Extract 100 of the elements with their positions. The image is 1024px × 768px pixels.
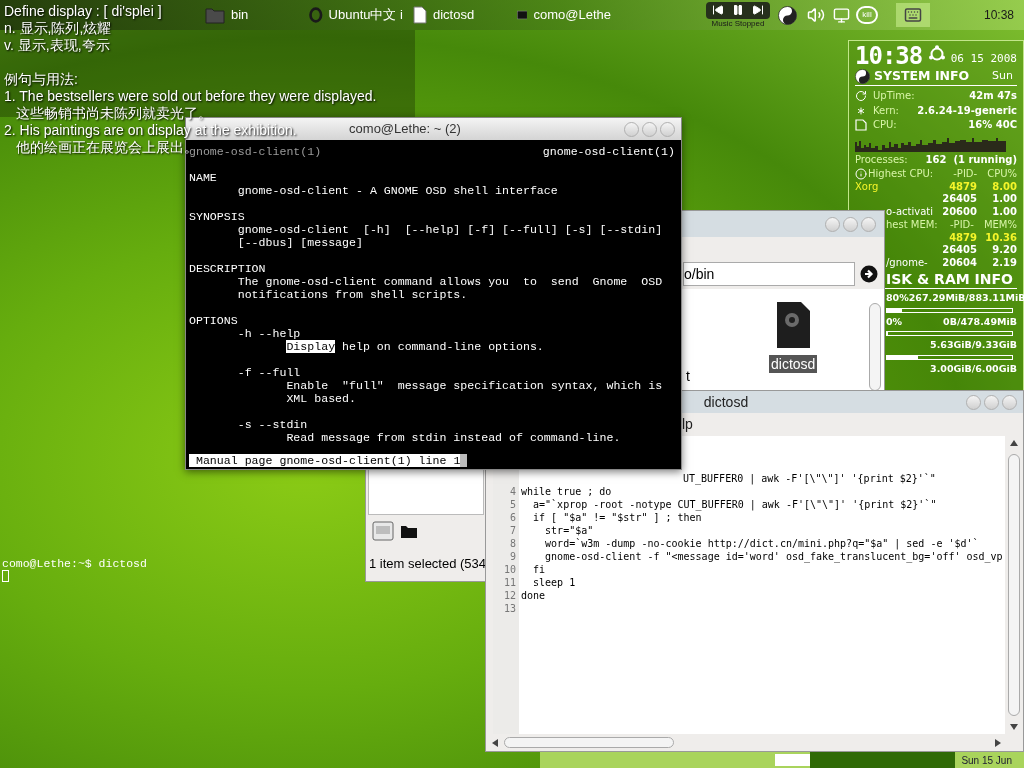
console-prompt: como@Lethe:~$ dictosd bbox=[2, 557, 147, 570]
volume-icon[interactable] bbox=[807, 6, 825, 24]
process-pid: 4879 bbox=[949, 180, 977, 193]
man-header: gnome-osd-client(1) bbox=[542, 145, 675, 158]
process-pid: 20600 bbox=[942, 205, 977, 218]
line-number: 9 bbox=[509, 550, 516, 563]
definition-title: Define display : [ di'splei ] bbox=[4, 3, 162, 20]
man-line: notifications from shell scripts. bbox=[236, 288, 468, 301]
minimize-button[interactable] bbox=[966, 394, 981, 410]
man-heading: SYNOPSIS bbox=[189, 210, 245, 223]
man-line: [--dbus] [message] bbox=[236, 236, 363, 249]
stat-label: CPU: bbox=[873, 119, 897, 132]
close-button[interactable] bbox=[1002, 394, 1017, 410]
example-sentence: 1. The bestsellers were sold out before they were displayed. bbox=[4, 88, 377, 105]
keyboard-icon[interactable] bbox=[904, 6, 922, 24]
stat-label: Kern: bbox=[873, 104, 899, 117]
yin-yang-icon bbox=[778, 5, 797, 25]
process-value: 1.00 bbox=[991, 193, 1017, 206]
stat-value: 16% 40C bbox=[968, 119, 1017, 132]
folder-icon bbox=[205, 6, 225, 24]
window-icon[interactable] bbox=[372, 521, 394, 541]
man-header: gnome-osd-client(1) bbox=[189, 145, 322, 158]
close-button[interactable] bbox=[660, 121, 675, 137]
definition-sense: v. 显示,表现,夸示 bbox=[4, 37, 110, 54]
logo-icon bbox=[927, 45, 946, 63]
text-cursor bbox=[460, 454, 468, 467]
file-label[interactable]: dictosd bbox=[769, 355, 818, 373]
code-line: sleep 1 bbox=[532, 576, 577, 589]
line-number: 10 bbox=[503, 563, 516, 576]
code-line: fi bbox=[532, 563, 547, 576]
next-icon[interactable] bbox=[752, 4, 764, 16]
stat-value: 42m 47s bbox=[969, 90, 1017, 103]
right-arrow-icon[interactable] bbox=[995, 738, 1001, 747]
man-heading: NAME bbox=[189, 171, 217, 184]
highlighted-text: Display bbox=[286, 340, 336, 353]
stat-value: 162 (1 running) bbox=[925, 153, 1017, 166]
process-value: 9.20 bbox=[991, 244, 1017, 257]
process-value: 10.36 bbox=[985, 231, 1017, 244]
process-name: /gnome- bbox=[886, 256, 928, 268]
definition-sense: n. 显示,陈列,炫耀 bbox=[4, 20, 112, 37]
line-number: 12 bbox=[503, 589, 516, 602]
file-label[interactable]: t bbox=[684, 367, 692, 385]
usage-value: 0B/478.49MiB bbox=[943, 315, 1017, 328]
pager-status: Manual page gnome-osd-client(1) line 1 bbox=[189, 454, 461, 467]
up-arrow-icon[interactable] bbox=[1010, 440, 1018, 446]
minimize-button[interactable] bbox=[825, 216, 840, 232]
process-pid: 26405 bbox=[942, 193, 977, 206]
location-field[interactable]: o/bin bbox=[683, 262, 855, 286]
window-title: dictosd bbox=[703, 392, 749, 412]
process-pid: 26405 bbox=[942, 244, 977, 257]
man-line: gnome-osd-client [-h] [--help] [-f] [--full] [-s] [--stdin] bbox=[236, 223, 663, 236]
man-line: gnome-osd-client - A GNOME OSD shell interface bbox=[236, 184, 558, 197]
taskbar-button[interactable]: Ubuntu中文 i bbox=[304, 2, 408, 28]
usage-value: 267.29MiB/883.11MiB bbox=[908, 292, 1024, 305]
monitor-icon[interactable] bbox=[833, 6, 850, 24]
terminal-icon bbox=[517, 7, 528, 23]
stat-label: UpTime: bbox=[873, 90, 915, 103]
previous-icon[interactable] bbox=[712, 4, 724, 16]
process-name: o-activati bbox=[886, 205, 933, 217]
option-name: -s --stdin bbox=[237, 418, 308, 431]
process-value: 8.00 bbox=[991, 180, 1017, 193]
clock: 10:38 bbox=[855, 43, 923, 69]
process-value: 1.00 bbox=[991, 205, 1017, 218]
maximize-button[interactable] bbox=[642, 121, 657, 137]
pause-icon[interactable] bbox=[732, 4, 744, 16]
menu-item[interactable]: lp bbox=[682, 414, 693, 435]
table-heading: hest MEM: bbox=[886, 219, 938, 232]
taskbar-button[interactable]: como@Lethe bbox=[512, 2, 616, 28]
column-heading: -PID- bbox=[950, 219, 974, 232]
minimize-button[interactable] bbox=[624, 121, 639, 137]
left-arrow-icon[interactable] bbox=[492, 738, 498, 747]
option-name: -f --full bbox=[237, 366, 301, 379]
usage-percent: 0% bbox=[886, 315, 903, 327]
go-icon[interactable] bbox=[860, 265, 878, 283]
code-line: if [ "$a" != "$str" ] ; then bbox=[532, 511, 703, 524]
section-title: ISK & RAM INFO bbox=[886, 271, 1013, 287]
taskbar-button[interactable]: bin bbox=[200, 2, 304, 28]
man-line: Enable "full" message specification syntax, which is bbox=[286, 379, 663, 392]
process-value: 2.19 bbox=[991, 256, 1017, 269]
usage-value: 5.63GiB/9.33GiB bbox=[930, 339, 1017, 352]
usage-value: 3.00GiB/6.00GiB bbox=[930, 362, 1017, 375]
maximize-button[interactable] bbox=[984, 394, 999, 410]
date: 06 15 2008 bbox=[950, 52, 1017, 66]
man-heading: OPTIONS bbox=[189, 314, 238, 327]
down-arrow-icon[interactable] bbox=[1010, 724, 1018, 730]
status-text: 1 item selected (534 bbox=[369, 555, 487, 574]
circular-arrow-icon bbox=[855, 90, 867, 103]
folder-icon[interactable] bbox=[400, 523, 418, 539]
maximize-button[interactable] bbox=[843, 216, 858, 232]
script-file-icon[interactable] bbox=[775, 301, 812, 349]
taskbar-button[interactable]: dictosd bbox=[408, 2, 512, 28]
line-number: 11 bbox=[503, 576, 516, 589]
man-heading: DESCRIPTION bbox=[189, 262, 266, 275]
info-icon bbox=[855, 168, 867, 181]
process-name: Xorg bbox=[855, 180, 879, 192]
code-line: while true ; do bbox=[521, 485, 613, 498]
line-number: 7 bbox=[509, 524, 516, 537]
line-number: 13 bbox=[503, 602, 516, 615]
code-line: UT_BUFFER0 | awk -F'[\"\"]' '{print $2}'`" bbox=[683, 472, 937, 485]
close-button[interactable] bbox=[861, 216, 876, 232]
